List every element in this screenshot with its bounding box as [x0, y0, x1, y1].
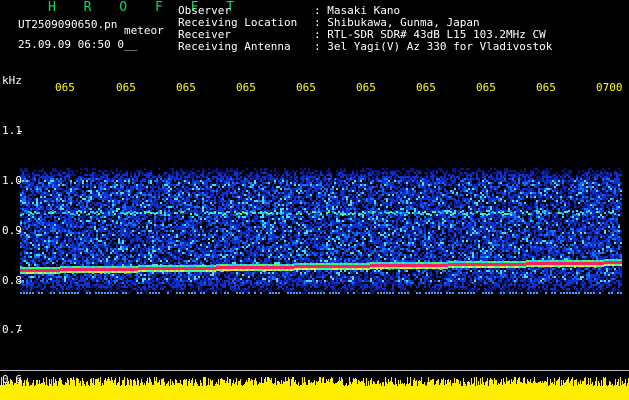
- x-tick: 065: [356, 81, 376, 94]
- y-tick: 1.1: [2, 124, 22, 137]
- file-name: UT2509090650.pn: [18, 18, 118, 31]
- y-axis-unit: kHz: [2, 74, 22, 87]
- spectrogram: [0, 131, 629, 400]
- meteor-label: meteor: [124, 24, 164, 37]
- x-tick: 065: [55, 81, 75, 94]
- info-antenna: Receiving Antenna : 3el Yagi(V) Az 330 fo…: [178, 40, 552, 53]
- x-tick: 0700: [596, 81, 623, 94]
- x-tick: 065: [416, 81, 436, 94]
- date-time: 25.09.09 06:50 0__: [18, 38, 138, 51]
- info-label: Receiving Antenna: [178, 40, 291, 53]
- y-tick: 1.0: [2, 174, 22, 187]
- y-tick: 0.9: [2, 224, 22, 237]
- x-tick: 065: [536, 81, 556, 94]
- y-tick: 0.8: [2, 274, 22, 287]
- x-tick: 065: [476, 81, 496, 94]
- y-tick: 0.7: [2, 323, 22, 336]
- y-tick: 0.6: [2, 373, 22, 386]
- x-tick: 065: [296, 81, 316, 94]
- x-tick: 065: [116, 81, 136, 94]
- x-tick: 065: [236, 81, 256, 94]
- info-value: : 3el Yagi(V) Az 330 for Vladivostok: [314, 40, 553, 53]
- x-tick: 065: [176, 81, 196, 94]
